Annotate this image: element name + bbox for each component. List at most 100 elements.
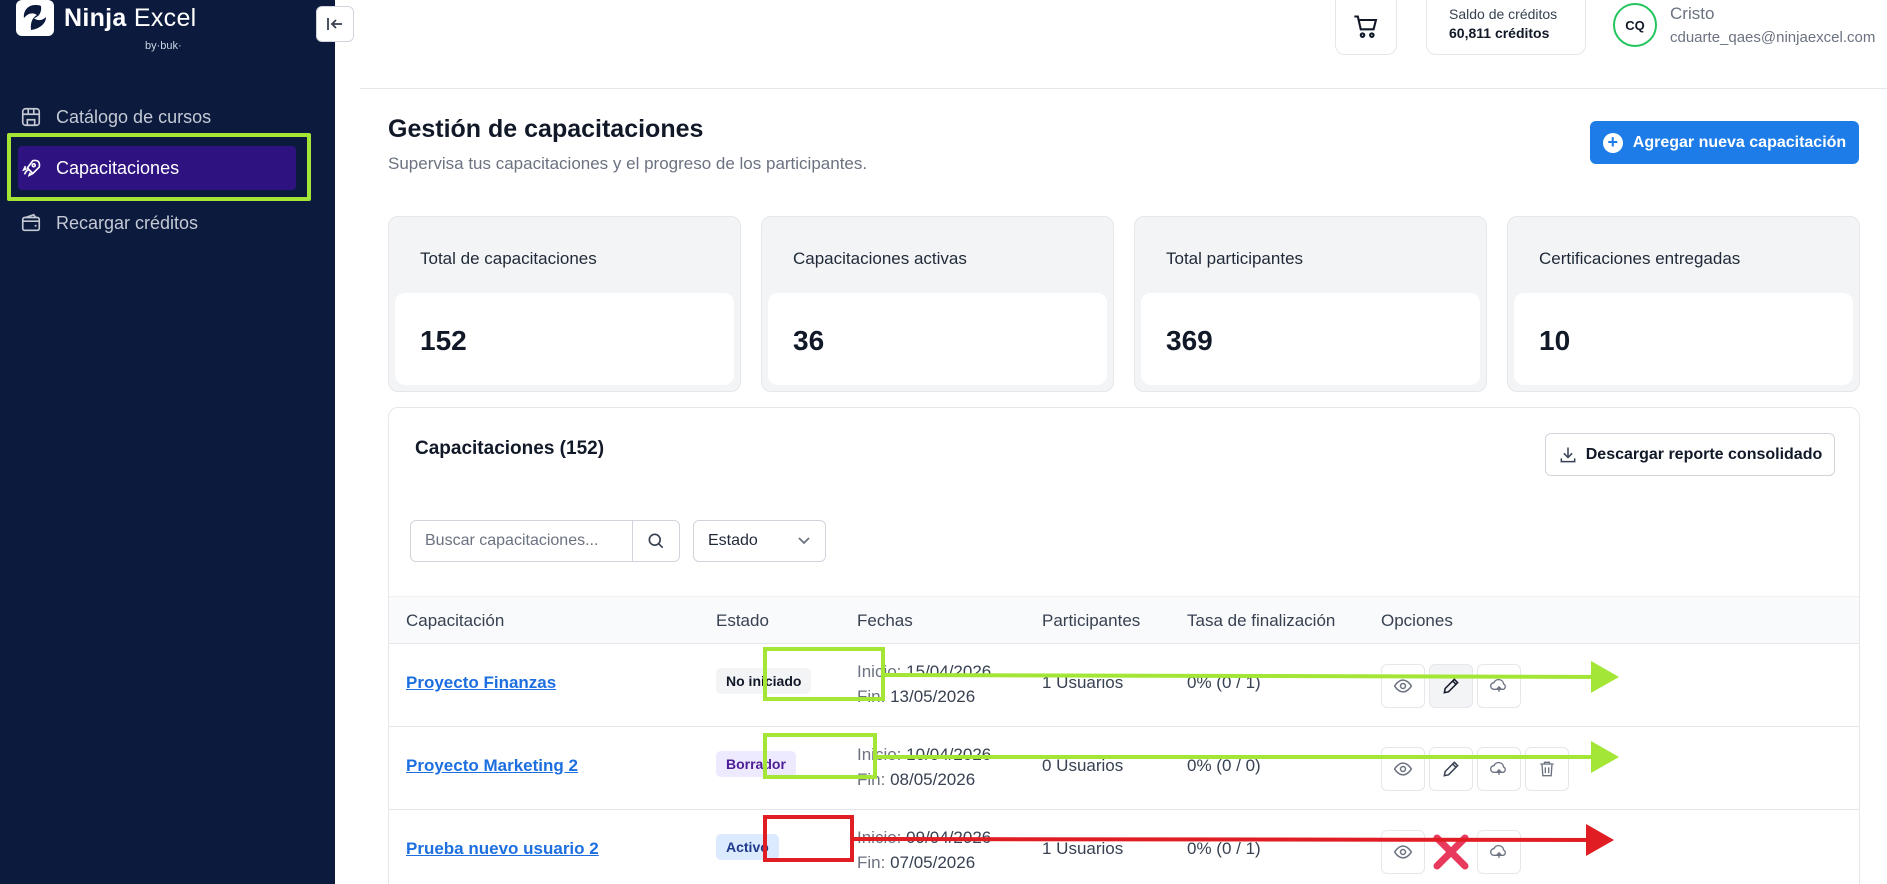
brand-logo[interactable]: Ninja Excel (16, 0, 197, 36)
date-start: 15/04/2026 (906, 662, 992, 681)
table-row: Proyecto Finanzas No iniciado Inicio: 15… (389, 645, 1859, 727)
training-name-link[interactable]: Proyecto Finanzas (406, 673, 556, 693)
completion-rate: 0% (0 / 0) (1187, 756, 1261, 775)
participants-count: 0 Usuarios (1042, 756, 1124, 775)
search-input[interactable] (411, 521, 632, 561)
stat-value: 36 (793, 325, 825, 356)
credits-value: 60,811 créditos (1449, 25, 1550, 41)
eye-icon (1393, 762, 1413, 776)
cloud-upload-icon (1490, 678, 1506, 692)
pencil-icon (1443, 761, 1459, 777)
stat-label: Total participantes (1166, 249, 1304, 268)
edit-button[interactable] (1429, 747, 1473, 791)
eye-icon (1393, 845, 1413, 859)
wallet-icon (18, 210, 44, 236)
plus-circle-icon: + (1602, 132, 1623, 153)
search-box (410, 520, 680, 562)
collapse-left-icon (327, 18, 342, 30)
trainings-card: Capacitaciones (152) Descargar reporte c… (388, 407, 1860, 884)
highlight-box-status-activo (763, 815, 854, 862)
stat-value: 152 (420, 325, 467, 356)
stat-card-certifications: Certificaciones entregadas 10 (1507, 216, 1860, 392)
date-start: 10/04/2026 (906, 745, 992, 764)
sidebar-item-label: Recargar créditos (56, 212, 199, 233)
trainings-title: Capacitaciones (152) (415, 438, 605, 459)
date-end: 07/05/2026 (890, 853, 976, 872)
participants-count: 1 Usuarios (1042, 839, 1124, 858)
upload-button[interactable] (1477, 747, 1521, 791)
upload-button[interactable] (1477, 664, 1521, 708)
view-button[interactable] (1381, 747, 1425, 791)
training-name-link[interactable]: Prueba nuevo usuario 2 (406, 839, 599, 859)
trash-icon (1540, 761, 1554, 777)
download-icon (1560, 447, 1576, 462)
view-button[interactable] (1381, 830, 1425, 874)
eye-icon (1393, 679, 1413, 693)
sidebar-item-label: Catálogo de cursos (56, 106, 212, 127)
edit-button[interactable] (1429, 664, 1473, 708)
page-subtitle: Supervisa tus capacitaciones y el progre… (388, 154, 868, 173)
participants-count: 1 Usuarios (1042, 673, 1124, 692)
stat-card-total: Total de capacitaciones 152 (388, 216, 741, 392)
stat-label: Total de capacitaciones (420, 249, 597, 268)
highlight-box-status-no-iniciado (763, 647, 885, 701)
pencil-icon (1443, 678, 1459, 694)
estado-filter-select[interactable]: Estado (693, 520, 826, 562)
date-range: Inicio: 09/04/2026 Fin: 07/05/2026 (857, 825, 991, 875)
user-email: cduarte_qaes@ninjaexcel.com (1670, 29, 1876, 46)
red-cross-icon (1433, 834, 1469, 870)
cloud-upload-icon (1490, 844, 1506, 858)
search-icon (648, 533, 664, 549)
download-report-label: Descargar reporte consolidado (1585, 445, 1823, 463)
date-end: 08/05/2026 (890, 770, 976, 789)
delete-button[interactable] (1525, 747, 1569, 791)
column-header: Estado (716, 611, 769, 630)
credits-label: Saldo de créditos (1449, 6, 1558, 22)
highlight-box-status-borrador (763, 733, 877, 779)
credits-balance[interactable]: Saldo de créditos 60,811 créditos (1426, 0, 1586, 55)
table-row: Proyecto Marketing 2 Borrador Inicio: 10… (389, 728, 1859, 810)
topbar-divider (360, 88, 1887, 89)
estado-filter-value: Estado (708, 532, 758, 549)
store-icon (18, 104, 44, 130)
download-report-button[interactable]: Descargar reporte consolidado (1545, 433, 1835, 476)
cloud-upload-icon (1490, 761, 1506, 775)
table-header: Capacitación Estado Fechas Participantes… (389, 596, 1859, 644)
completion-rate: 0% (0 / 1) (1187, 673, 1261, 692)
cart-button[interactable] (1335, 0, 1397, 55)
column-header: Tasa de finalización (1187, 611, 1336, 630)
page-title: Gestión de capacitaciones (388, 115, 704, 143)
stat-value: 10 (1539, 325, 1571, 356)
sidebar-item-recargar[interactable]: Recargar créditos (18, 201, 298, 245)
add-training-button[interactable]: + Agregar nueva capacitación (1590, 121, 1859, 164)
completion-rate: 0% (0 / 1) (1187, 839, 1261, 858)
stat-value: 369 (1166, 325, 1213, 356)
collapse-sidebar-button[interactable] (316, 6, 354, 42)
add-training-label: Agregar nueva capacitación (1632, 133, 1847, 151)
stat-card-participants: Total participantes 369 (1134, 216, 1487, 392)
stat-inner: 10 (1514, 293, 1853, 385)
brand-byline: by·buk· (145, 40, 182, 52)
stat-label: Capacitaciones activas (793, 249, 967, 268)
column-header: Fechas (857, 611, 913, 630)
stat-inner: 36 (768, 293, 1107, 385)
date-start-label: Inicio: (857, 828, 902, 847)
table-row: Prueba nuevo usuario 2 Activo Inicio: 09… (389, 811, 1859, 884)
view-button[interactable] (1381, 664, 1425, 708)
date-start: 09/04/2026 (906, 828, 992, 847)
search-button[interactable] (632, 521, 679, 561)
chevron-down-icon (798, 537, 810, 545)
edit-disabled-marker (1429, 830, 1473, 874)
stat-inner: 369 (1141, 293, 1480, 385)
stat-label: Certificaciones entregadas (1539, 249, 1741, 268)
date-end-label: Fin: (857, 853, 886, 872)
date-range: Inicio: 10/04/2026 Fin: 08/05/2026 (857, 742, 991, 792)
avatar[interactable]: CQ (1613, 3, 1657, 47)
user-name: Cristo (1670, 4, 1715, 23)
upload-button[interactable] (1477, 830, 1521, 874)
column-header: Opciones (1381, 611, 1453, 630)
brand-name: Ninja Excel (64, 3, 197, 32)
column-header: Participantes (1042, 611, 1141, 630)
training-name-link[interactable]: Proyecto Marketing 2 (406, 756, 578, 776)
column-header: Capacitación (406, 611, 505, 630)
